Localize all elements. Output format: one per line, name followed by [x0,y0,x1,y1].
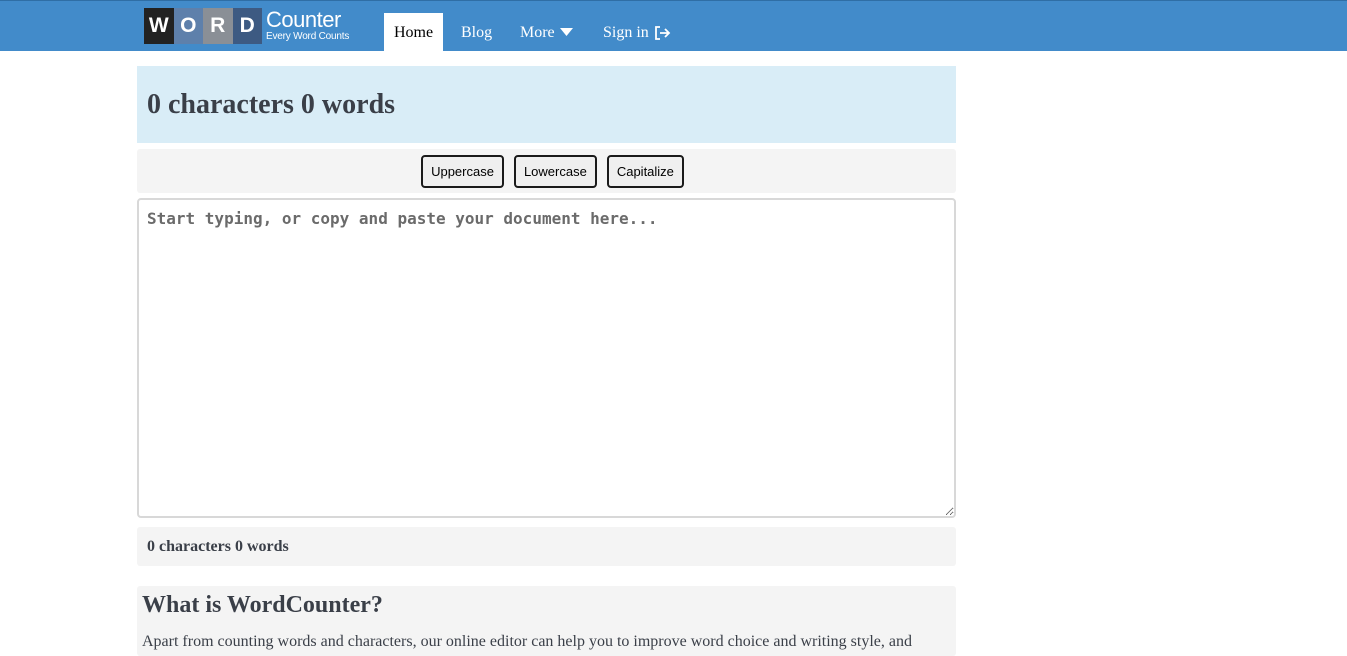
logo-main-text: Counter [266,7,341,32]
nav-signin-label: Sign in [603,23,649,41]
logo-tile-o: O [173,7,203,44]
footer-character-word-count: 0 characters 0 words [147,537,289,555]
nav-blog-label: Blog [461,23,493,41]
info-section: What is WordCounter? Apart from counting… [137,586,956,656]
nav-home-label: Home [393,23,434,41]
capitalize-button[interactable]: Capitalize [606,154,684,188]
character-word-count: 0 characters 0 words [147,88,396,120]
info-title: What is WordCounter? [142,592,383,618]
document-textarea[interactable] [137,198,956,518]
logo-text: Counter Every Word Counts [266,9,349,42]
nav-more-dropdown[interactable]: More [520,13,573,52]
nav-blog[interactable]: Blog [461,13,492,52]
top-navbar: W O R D Counter Every Word Counts Home B… [0,0,1347,52]
footer-count-bar: 0 characters 0 words [137,527,956,566]
nav-sign-in[interactable]: Sign in [603,13,671,52]
uppercase-button[interactable]: Uppercase [421,154,504,188]
caret-down-icon [559,28,573,36]
logo-tile-w: W [144,7,174,44]
logo-tagline: Every Word Counts [266,31,350,42]
count-banner: 0 characters 0 words [137,66,956,143]
logo-tile-r: R [203,7,233,44]
sign-in-icon [654,25,671,40]
wordcounter-logo[interactable]: W O R D Counter Every Word Counts [144,7,349,44]
nav-more-label: More [520,23,555,41]
lowercase-button[interactable]: Lowercase [513,154,597,188]
logo-tile-d: D [232,7,262,44]
case-toolbar: Uppercase Lowercase Capitalize [137,149,956,193]
nav-home[interactable]: Home [384,13,443,52]
